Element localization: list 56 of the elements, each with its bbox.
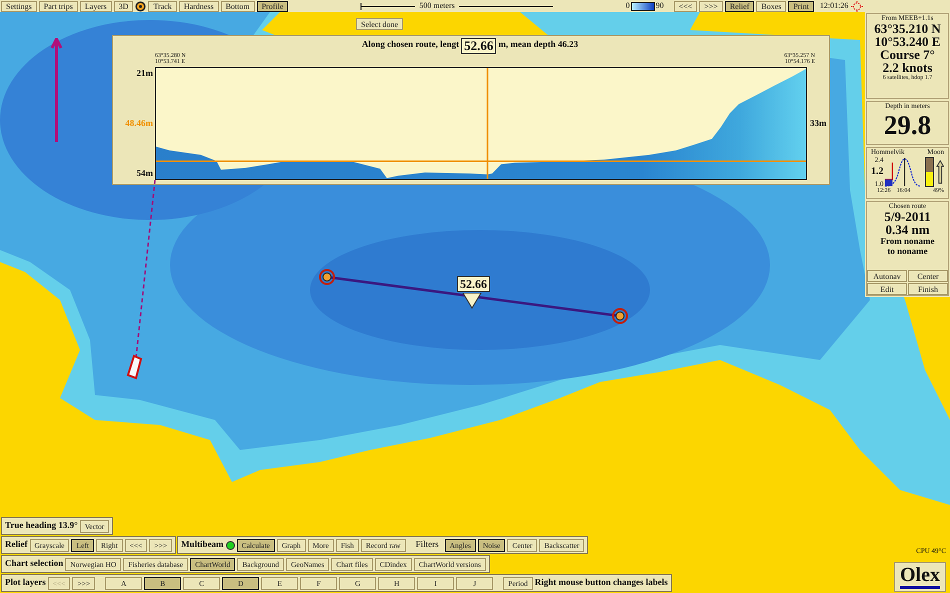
toolbar-button[interactable]: <<< [674, 0, 698, 12]
toolbar-button[interactable]: Part trips [38, 0, 78, 12]
toolbar-button[interactable]: 3D [114, 0, 134, 12]
toolbar-button[interactable]: Relief [724, 0, 754, 12]
route-from: From noname [880, 236, 935, 246]
route-length-label: 52.66 [457, 276, 490, 292]
toolbar-button[interactable]: >>> [699, 0, 723, 12]
route-button[interactable]: Finish [908, 283, 948, 295]
heading-label: True heading 13.9° [5, 519, 78, 532]
heading-marker-icon [50, 38, 63, 144]
mean-depth-label: 48.46m [125, 116, 153, 130]
select-done-button[interactable]: Select done [356, 18, 404, 30]
length-marker: 52.66 [461, 38, 496, 54]
toolbar-button[interactable]: Hardness [178, 0, 219, 12]
toolbar-button[interactable]: Print [788, 0, 814, 12]
longitude: 10°53.240 E [874, 35, 940, 48]
hint-text: Right mouse button changes labels [534, 576, 668, 590]
multibeam-label: Multibeam [181, 538, 224, 552]
scale-label: 500 meters [418, 0, 456, 12]
route-date: 5/9-2011 [884, 210, 931, 223]
clock-time: 12:01:26 [820, 0, 848, 12]
toolbar-button[interactable]: Settings [1, 0, 37, 12]
depth-value: 29.8 [884, 110, 932, 140]
chart-selection-label: Chart selection [5, 557, 64, 570]
route-button[interactable]: Edit [867, 283, 907, 295]
sun-icon [850, 0, 864, 12]
toolbar-button[interactable]: Layers [80, 0, 112, 12]
legend-min: 0 [626, 0, 630, 12]
filters-label: Filters [416, 538, 439, 552]
depth-axis-label: 33m [809, 116, 825, 130]
depth-color-bar [630, 2, 655, 10]
route-distance: 0.34 nm [885, 222, 930, 236]
scale-bar-line [360, 2, 416, 10]
label-pointer-icon [462, 293, 482, 309]
depth-axis-label: 54m [136, 166, 153, 180]
course-value: Course 7° [880, 48, 935, 61]
depth-axis-label: 21m [136, 67, 153, 80]
tide-curve-drawing [884, 156, 921, 188]
latitude: 63°35.210 N [874, 22, 941, 35]
tide-current: 1.2 [871, 168, 884, 176]
profile-title: m, mean depth 46.23 [498, 38, 578, 51]
route-button[interactable]: Autonav [867, 270, 907, 282]
profile-title: Along chosen route, lengt [362, 38, 460, 51]
relief-label: Relief [5, 538, 28, 552]
plot-layers-label: Plot layers [5, 576, 46, 590]
up-arrow-icon [936, 159, 944, 186]
target-icon [135, 0, 146, 12]
toolbar-button[interactable]: Track [148, 0, 177, 12]
toolbar-button[interactable]: Boxes [756, 0, 786, 12]
toolbar-button[interactable]: Bottom [220, 0, 255, 12]
toolbar-button[interactable]: Profile [256, 0, 288, 12]
speed-value: 2.2 knots [882, 61, 932, 74]
route-to: to noname [887, 246, 928, 256]
olex-logo: Olex [900, 564, 940, 589]
route-button[interactable]: Center [908, 270, 948, 282]
legend-max: 90 [656, 0, 664, 12]
